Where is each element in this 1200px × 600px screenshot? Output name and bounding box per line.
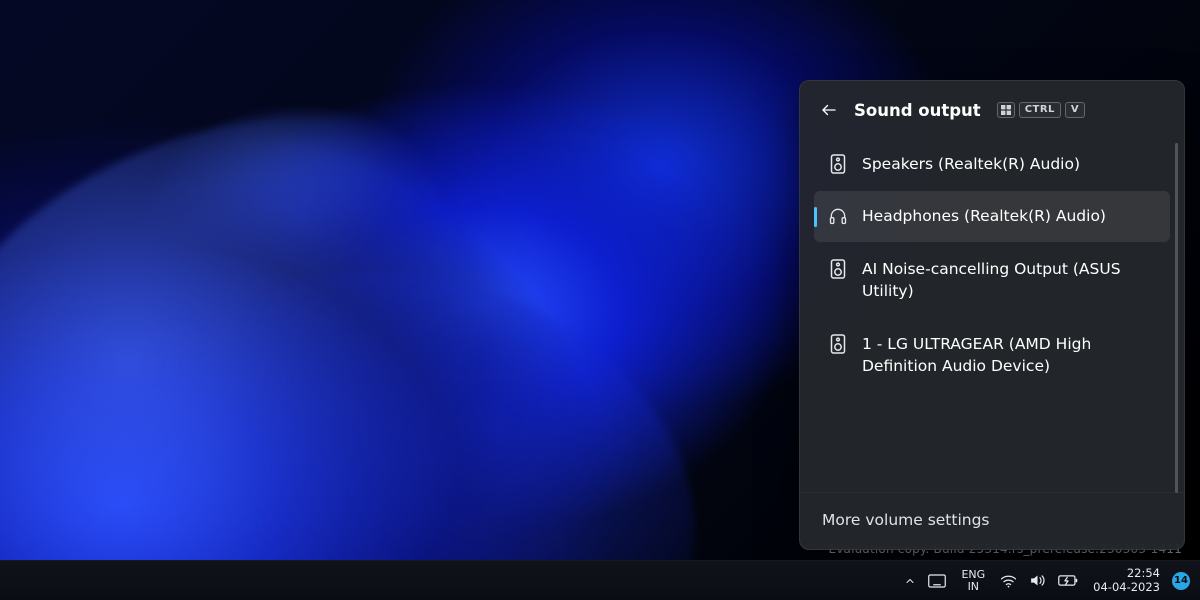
audio-device-label: Speakers (Realtek(R) Audio) [862, 153, 1080, 175]
speaker-icon [830, 154, 846, 174]
language-secondary: IN [968, 581, 979, 593]
audio-device-label: 1 - LG ULTRAGEAR (AMD High Definition Au… [862, 333, 1152, 378]
audio-device-lg-ultragear[interactable]: 1 - LG ULTRAGEAR (AMD High Definition Au… [814, 319, 1170, 392]
audio-device-ai-noise-cancel[interactable]: AI Noise-cancelling Output (ASUS Utility… [814, 244, 1170, 317]
battery-tray-icon[interactable] [1053, 561, 1083, 600]
flyout-header: Sound output CTRL V [800, 81, 1184, 133]
touch-keyboard-button[interactable] [923, 561, 951, 600]
headphones-icon [828, 206, 848, 226]
audio-device-headphones[interactable]: Headphones (Realtek(R) Audio) [814, 191, 1170, 241]
flyout-title: Sound output [854, 101, 981, 120]
arrow-left-icon [820, 101, 838, 119]
speaker-icon [830, 259, 846, 279]
audio-device-label: Headphones (Realtek(R) Audio) [862, 205, 1106, 227]
shortcut-hint: CTRL V [997, 102, 1085, 118]
audio-device-label: AI Noise-cancelling Output (ASUS Utility… [862, 258, 1152, 303]
notification-badge[interactable]: 14 [1172, 572, 1190, 590]
speaker-icon [830, 334, 846, 354]
win-key-icon [997, 102, 1015, 118]
keyboard-icon [928, 574, 946, 588]
volume-icon [1029, 573, 1046, 588]
back-button[interactable] [818, 99, 840, 121]
keycap-ctrl: CTRL [1019, 102, 1061, 118]
more-volume-settings-link[interactable]: More volume settings [800, 492, 1184, 549]
wifi-tray-icon[interactable] [995, 561, 1022, 600]
battery-charging-icon [1058, 574, 1078, 587]
language-switcher[interactable]: ENG IN [953, 561, 993, 600]
tray-overflow-button[interactable] [899, 561, 921, 600]
audio-device-list: Speakers (Realtek(R) Audio) Headphones (… [800, 133, 1184, 492]
keycap-v: V [1065, 102, 1085, 118]
clock-date: 04-04-2023 [1093, 581, 1160, 594]
sound-output-flyout: Sound output CTRL V Speakers (Realtek(R)… [799, 80, 1185, 550]
scrollbar[interactable] [1175, 143, 1178, 493]
clock-time: 22:54 [1127, 567, 1160, 580]
chevron-up-icon [904, 575, 916, 587]
taskbar: ENG IN 22:54 04-04-2023 14 [0, 560, 1200, 600]
volume-tray-icon[interactable] [1024, 561, 1051, 600]
language-primary: ENG [961, 569, 985, 581]
taskbar-clock[interactable]: 22:54 04-04-2023 [1085, 567, 1168, 593]
audio-device-speakers[interactable]: Speakers (Realtek(R) Audio) [814, 139, 1170, 189]
wifi-icon [1000, 574, 1017, 588]
